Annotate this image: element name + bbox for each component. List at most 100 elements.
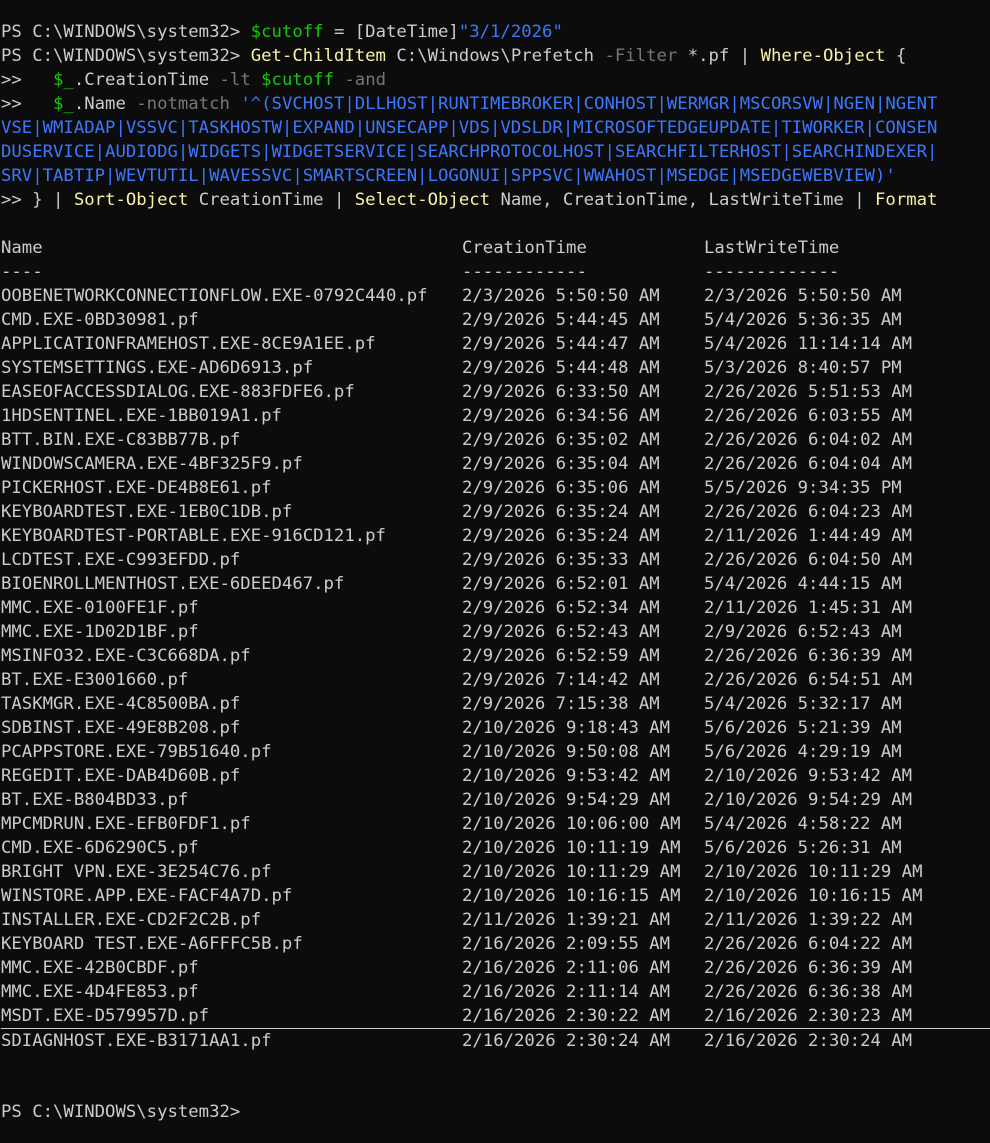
prompt: PS C:\WINDOWS\system32> (1, 22, 241, 42)
cell-name: INSTALLER.EXE-CD2F2C2B.pf (1, 910, 262, 930)
cell-name: BRIGHT VPN.EXE-3E254C76.pf (1, 862, 272, 882)
continuation-prompt: >> (1, 94, 22, 114)
cell-creationtime: 2/16/2026 2:11:06 AM (462, 958, 671, 978)
cell-creationtime: 2/9/2026 6:52:59 AM (462, 646, 660, 666)
pipe-token: | (854, 190, 865, 210)
cell-name: MSDT.EXE-D579957D.pf (1, 1006, 210, 1026)
cell-lastwritetime: 2/26/2026 6:36:38 AM (704, 982, 913, 1002)
table-body: OOBENETWORKCONNECTIONFLOW.EXE-0792C440.p… (1, 284, 990, 1052)
operator-token: -notmatch (136, 94, 230, 114)
cell-lastwritetime: 2/26/2026 6:04:22 AM (704, 934, 913, 954)
table-row: PCAPPSTORE.EXE-79B51640.pf 2/10/2026 9:50… (1, 740, 990, 764)
table-row: SYSTEMSETTINGS.EXE-AD6D6913.pf 2/9/2026 5… (1, 356, 990, 380)
pipe-token: | (739, 46, 751, 66)
column-header-lastwritetime: LastWriteTime (704, 238, 840, 258)
cell-name: MMC.EXE-1D02D1BF.pf (1, 622, 199, 642)
cell-name: LCDTEST.EXE-C993EFDD.pf (1, 550, 241, 570)
cell-lastwritetime: 5/6/2026 5:26:31 AM (704, 838, 902, 858)
wrapped-string-line: SRV|TABTIP|WEVTUTIL|WAVESSVC|SMARTSCREEN… (1, 166, 896, 186)
cell-creationtime: 2/9/2026 6:34:56 AM (462, 406, 660, 426)
brace-token: { (895, 46, 907, 66)
cell-lastwritetime: 2/9/2026 6:52:43 AM (704, 622, 902, 642)
cell-creationtime: 2/16/2026 2:11:14 AM (462, 982, 671, 1002)
cell-lastwritetime: 2/16/2026 2:30:24 AM (704, 1031, 913, 1051)
cell-creationtime: 2/9/2026 6:52:01 AM (462, 574, 660, 594)
cell-creationtime: 2/9/2026 6:35:24 AM (462, 502, 660, 522)
cell-name: BIOENROLLMENTHOST.EXE-6DEED467.pf (1, 574, 345, 594)
cell-lastwritetime: 2/11/2026 1:39:22 AM (704, 910, 913, 930)
table-row: WINDOWSCAMERA.EXE-4BF325F9.pf 2/9/2026 6:… (1, 452, 990, 476)
string-token: "3/1/2026" (458, 22, 563, 42)
cell-name: SDIAGNHOST.EXE-B3171AA1.pf (1, 1031, 272, 1051)
cell-lastwritetime: 2/11/2026 1:44:49 AM (704, 526, 913, 546)
cell-name: MMC.EXE-42B0CBDF.pf (1, 958, 199, 978)
cell-name: BT.EXE-E3001660.pf (1, 670, 189, 690)
current-prompt-line[interactable]: PS C:\WINDOWS\system32> (1, 1100, 240, 1124)
table-row: BRIGHT VPN.EXE-3E254C76.pf 2/10/2026 10:1… (1, 860, 990, 884)
cell-lastwritetime: 2/26/2026 6:04:04 AM (704, 454, 913, 474)
brace-token: } (32, 190, 43, 210)
cell-lastwritetime: 2/11/2026 1:45:31 AM (704, 598, 913, 618)
property-token: .CreationTime (73, 70, 210, 90)
cell-creationtime: 2/10/2026 10:16:15 AM (462, 886, 681, 906)
column-header-creationtime: CreationTime (462, 238, 587, 258)
cell-creationtime: 2/9/2026 5:44:48 AM (462, 358, 660, 378)
parameter-token: -Filter (604, 46, 678, 66)
cell-lastwritetime: 2/26/2026 6:03:55 AM (704, 406, 913, 426)
filter-token: *.pf (687, 46, 730, 66)
cell-creationtime: 2/16/2026 2:09:55 AM (462, 934, 671, 954)
path-token: C:\Windows\Prefetch (396, 46, 595, 66)
cell-lastwritetime: 2/26/2026 6:04:50 AM (704, 550, 913, 570)
cell-name: PICKERHOST.EXE-DE4B8E61.pf (1, 478, 272, 498)
cell-lastwritetime: 2/26/2026 6:36:39 AM (704, 646, 913, 666)
table-row: MMC.EXE-4D4FE853.pf 2/16/2026 2:11:14 AM 2… (1, 980, 990, 1004)
cell-creationtime: 2/3/2026 5:50:50 AM (462, 286, 660, 306)
column-header-name: Name (1, 238, 43, 258)
cell-creationtime: 2/16/2026 2:30:24 AM (462, 1031, 671, 1051)
table-row: WINSTORE.APP.EXE-FACF4A7D.pf 2/10/2026 10… (1, 884, 990, 908)
table-row: CMD.EXE-0BD30981.pf 2/9/2026 5:44:45 AM 5/… (1, 308, 990, 332)
table-row: MMC.EXE-42B0CBDF.pf 2/16/2026 2:11:06 AM 2… (1, 956, 990, 980)
table-row: BIOENROLLMENTHOST.EXE-6DEED467.pf 2/9/202… (1, 572, 990, 596)
table-row: BT.EXE-E3001660.pf 2/9/2026 7:14:42 AM 2/2… (1, 668, 990, 692)
cell-lastwritetime: 5/4/2026 4:58:22 AM (704, 814, 902, 834)
table-row: 1HDSENTINEL.EXE-1BB019A1.pf 2/9/2026 6:34… (1, 404, 990, 428)
table-row: EASEOFACCESSDIALOG.EXE-883FDFE6.pf 2/9/20… (1, 380, 990, 404)
type-token: [DateTime] (354, 22, 459, 42)
cell-creationtime: 2/9/2026 6:52:34 AM (462, 598, 660, 618)
cell-name: APPLICATIONFRAMEHOST.EXE-8CE9A1EE.pf (1, 334, 376, 354)
prompt: PS C:\WINDOWS\system32> (1, 1102, 241, 1122)
cell-name: MMC.EXE-4D4FE853.pf (1, 982, 199, 1002)
cell-creationtime: 2/10/2026 10:11:29 AM (462, 862, 681, 882)
table-row: APPLICATIONFRAMEHOST.EXE-8CE9A1EE.pf 2/9/… (1, 332, 990, 356)
property-token: .Name (73, 94, 126, 114)
variable-token: $cutoff (261, 70, 334, 90)
cell-name: KEYBOARDTEST-PORTABLE.EXE-916CD121.pf (1, 526, 386, 546)
command-line-4: >> $_.Name -notmatch '^(SVCHOST|DLLHOST|… (1, 92, 990, 116)
continuation-prompt: >> (1, 190, 22, 210)
cell-creationtime: 2/9/2026 5:44:45 AM (462, 310, 660, 330)
cell-name: MMC.EXE-0100FE1F.pf (1, 598, 199, 618)
cell-creationtime: 2/9/2026 7:14:42 AM (462, 670, 660, 690)
cell-lastwritetime: 2/26/2026 6:04:23 AM (704, 502, 913, 522)
cell-lastwritetime: 5/6/2026 4:29:19 AM (704, 742, 902, 762)
table-row: MSDT.EXE-D579957D.pf 2/16/2026 2:30:22 AM… (1, 1004, 990, 1028)
terminal-output[interactable]: PS C:\WINDOWS\system32> $cutoff = [DateT… (1, 20, 990, 1100)
cell-creationtime: 2/11/2026 1:39:21 AM (462, 910, 671, 930)
cell-name: CMD.EXE-0BD30981.pf (1, 310, 199, 330)
wrapped-string-line: VSE|WMIADAP|VSSVC|TASKHOSTW|EXPAND|UNSEC… (1, 118, 938, 138)
table-header-underline: ---- ------------ ------------- (1, 260, 990, 284)
cell-name: MPCMDRUN.EXE-EFB0FDF1.pf (1, 814, 251, 834)
variable-token: $cutoff (250, 22, 324, 42)
cell-name: EASEOFACCESSDIALOG.EXE-883FDFE6.pf (1, 382, 355, 402)
cell-name: PCAPPSTORE.EXE-79B51640.pf (1, 742, 272, 762)
cmdlet-token: Select-Object (354, 190, 491, 210)
table-row: SDBINST.EXE-49E8B208.pf 2/10/2026 9:18:43… (1, 716, 990, 740)
cell-creationtime: 2/10/2026 10:11:19 AM (462, 838, 681, 858)
operator-token: = (333, 22, 345, 42)
table-row: MMC.EXE-1D02D1BF.pf 2/9/2026 6:52:43 AM 2/… (1, 620, 990, 644)
string-token: '^(SVCHOST|DLLHOST|RUNTIMEBROKER|CONHOST… (240, 94, 938, 114)
table-row: BTT.BIN.EXE-C83BB77B.pf 2/9/2026 6:35:02 … (1, 428, 990, 452)
